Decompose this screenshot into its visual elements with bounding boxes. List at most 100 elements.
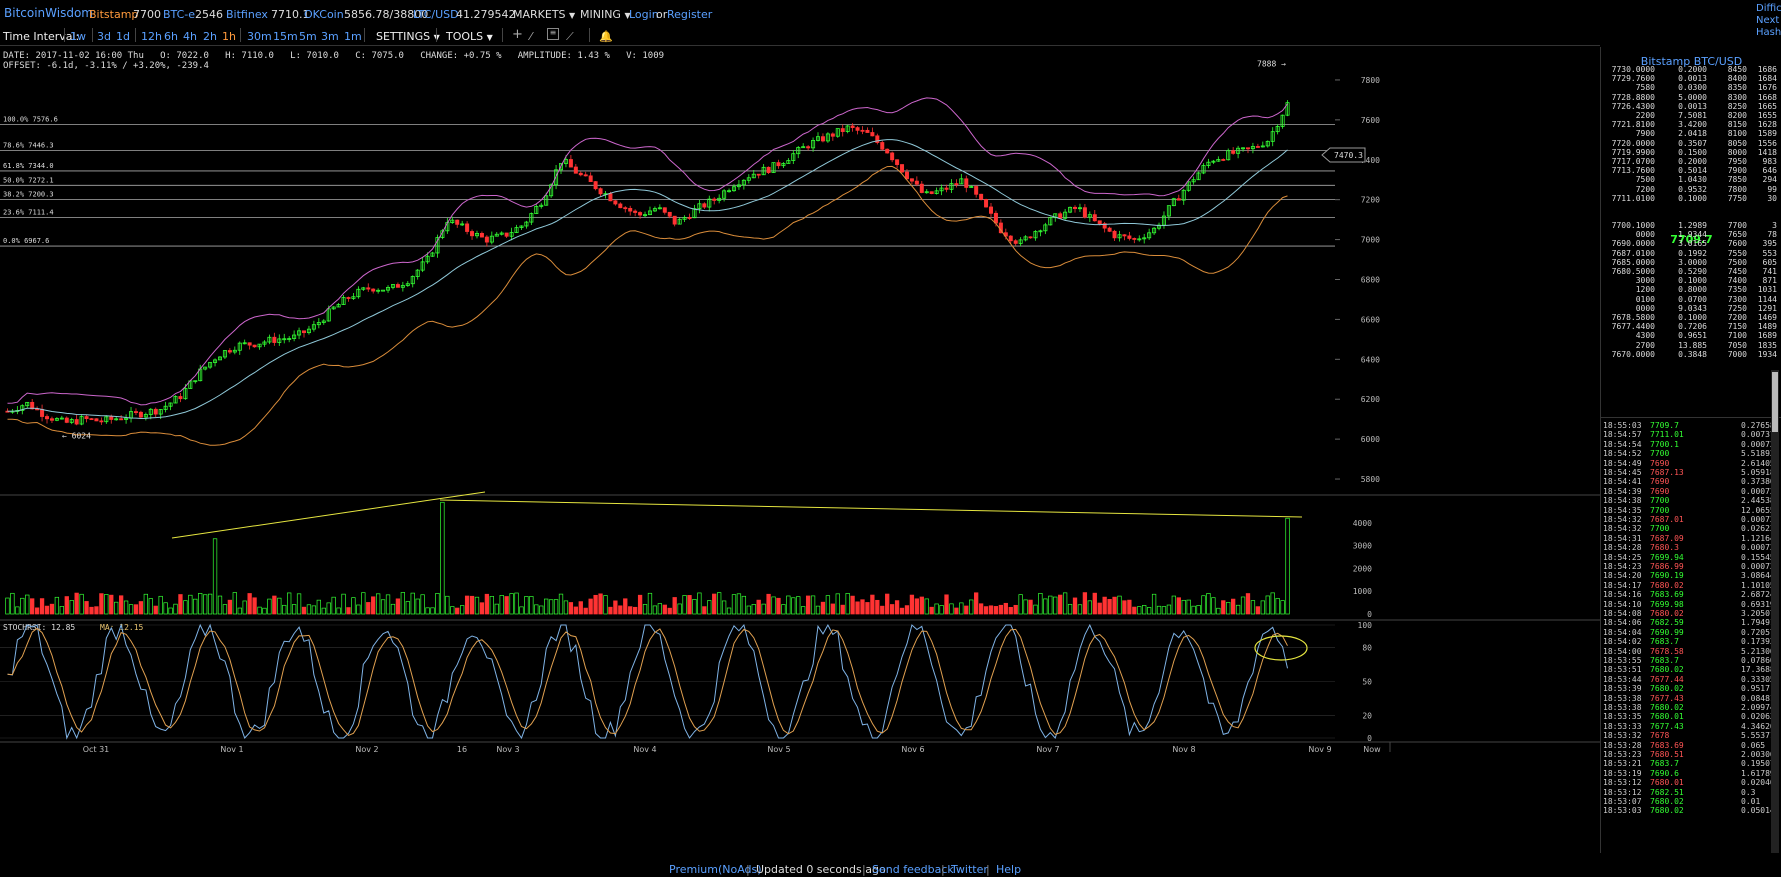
volume-bar: [1097, 602, 1102, 615]
volume-bar: [425, 607, 430, 615]
trade-price: 7680.51: [1650, 750, 1684, 759]
bid-row[interactable]: 7687.0100 0.1992 7550 553: [1601, 249, 1781, 258]
volume-bar: [474, 596, 480, 615]
volume-bar: [99, 593, 104, 615]
trade-time: 18:54:41: [1603, 477, 1642, 487]
ask-row[interactable]: 7721.8100 3.4200 8150 1628: [1601, 120, 1781, 129]
trade-time: 18:54:38: [1603, 496, 1642, 506]
ask-row[interactable]: 7719.9900 0.1500 8000 1418: [1601, 148, 1781, 157]
ask-row[interactable]: 7713.7600 0.5014 7900 646: [1601, 166, 1781, 175]
volume-bar: [346, 607, 351, 615]
volume-bar: [746, 605, 751, 615]
volume-bar: [371, 596, 376, 615]
trade-time: 18:54:54: [1603, 439, 1642, 449]
volume-bar: [1176, 597, 1181, 615]
candle-body: [1097, 220, 1102, 225]
volume-bar: [539, 605, 544, 615]
volume-bar: [173, 603, 178, 615]
ask-cell: 5.0000: [1678, 92, 1707, 102]
bid-row[interactable]: 3000 0.1000 7400 871: [1601, 276, 1781, 285]
ask-cell: 30: [1767, 193, 1777, 203]
candle-body: [1255, 146, 1260, 148]
bid-row[interactable]: 7678.5800 0.1000 7200 1469: [1601, 313, 1781, 322]
ask-cell: 294: [1762, 175, 1777, 185]
price-chart[interactable]: 5800600062006400660068007000720074007600…: [0, 0, 1600, 862]
volume-bar: [1043, 598, 1048, 615]
ask-row[interactable]: 7711.0100 0.1000 7750 30: [1601, 194, 1781, 203]
ask-row[interactable]: 7717.0700 0.2000 7950 983: [1601, 157, 1781, 166]
trade-row: 18:53:12 7682.51 0.3: [1601, 788, 1771, 797]
volume-bar: [598, 593, 603, 615]
volume-bar: [702, 606, 707, 615]
ask-row[interactable]: 7500 1.0430 7850 294: [1601, 175, 1781, 184]
trade-price: 7683.69: [1650, 590, 1684, 600]
bid-row[interactable]: 7690.0000 3.0165 7600 395: [1601, 239, 1781, 248]
price-axis-label: 6200: [1361, 395, 1380, 404]
trade-row: 18:54:20 7690.19 3.08644: [1601, 571, 1775, 580]
volume-bar: [20, 597, 25, 615]
footer-separator: |: [862, 863, 866, 876]
ask-row[interactable]: 7200 0.9532 7800 99: [1601, 185, 1781, 194]
trade-price: 7677.43: [1650, 721, 1684, 731]
ask-row[interactable]: 7728.8800 5.0000 8300 1668: [1601, 93, 1781, 102]
ask-row[interactable]: 7720.0000 0.3507 8050 1556: [1601, 139, 1781, 148]
trade-time: 18:53:03: [1603, 806, 1642, 816]
trade-time: 18:54:49: [1603, 458, 1642, 468]
ask-row[interactable]: 7580 0.0300 8350 1676: [1601, 83, 1781, 92]
bid-row[interactable]: 0000 9.0343 7250 1291: [1601, 304, 1781, 313]
help-link[interactable]: Help: [996, 863, 1021, 876]
twitter-link[interactable]: Twitter: [951, 863, 988, 876]
volume-bar: [544, 598, 549, 615]
bid-row[interactable]: 7685.0000 3.0000 7500 605: [1601, 258, 1781, 267]
bid-row[interactable]: 7677.4400 0.7206 7150 1489: [1601, 322, 1781, 331]
stochrsi-axis-label: 100: [1358, 621, 1373, 630]
trade-price: 7683.7: [1650, 637, 1679, 647]
candle-body: [909, 178, 914, 182]
bid-row[interactable]: 4300 0.9651 7100 1689: [1601, 331, 1781, 340]
bid-row[interactable]: 7700.1000 1.2989 7700 3: [1601, 221, 1781, 230]
volume-bar: [988, 605, 994, 615]
bid-cell: 0100: [1635, 294, 1655, 304]
bid-row[interactable]: 1200 0.8000 7350 1031: [1601, 285, 1781, 294]
volume-bar: [998, 604, 1004, 615]
ask-row[interactable]: 2200 7.5081 8200 1655: [1601, 111, 1781, 120]
update-status: Updated 0 seconds ago: [756, 863, 886, 876]
bollinger-lower-band: [7, 165, 1288, 446]
trade-amount: 1.10105: [1741, 580, 1775, 590]
bid-row[interactable]: 0000 1.9344 7650 78: [1601, 230, 1781, 239]
volume-bar: [133, 604, 139, 615]
bid-cell: 7550: [1727, 248, 1747, 258]
trade-amount: 0.07860: [1741, 656, 1775, 665]
volume-bar: [440, 501, 445, 615]
volume-bar: [1161, 606, 1167, 615]
trade-amount: 5.21300: [1741, 646, 1775, 656]
trade-row: 18:53:28 7683.69 0.065: [1601, 741, 1771, 750]
trade-price: 7678: [1650, 731, 1670, 741]
volume-bar: [242, 600, 247, 615]
trend-line: [171, 491, 486, 539]
volume-bar: [1058, 594, 1063, 615]
candle-body: [455, 219, 460, 225]
volume-bar: [726, 607, 732, 615]
volume-bar: [1181, 599, 1186, 615]
ask-row[interactable]: 7729.7600 0.0013 8400 1684: [1601, 74, 1781, 83]
volume-bar: [415, 598, 420, 615]
trades-scrollbar[interactable]: [1771, 370, 1779, 853]
candle-body: [371, 288, 376, 292]
trade-price: 7700: [1650, 496, 1670, 506]
bid-row[interactable]: 7670.0000 0.3848 7000 1934: [1601, 350, 1781, 359]
trade-row: 18:54:45 7687.13 5.05918: [1601, 468, 1775, 477]
trade-row: 18:54:23 7686.99 0.00072: [1601, 562, 1775, 571]
ask-row[interactable]: 7900 2.0418 8100 1589: [1601, 129, 1781, 138]
ask-cell: 3.4200: [1678, 120, 1707, 130]
scrollbar-thumb[interactable]: [1772, 372, 1778, 432]
trade-time: 18:53:51: [1603, 665, 1642, 675]
bid-row[interactable]: 0100 0.0700 7300 1144: [1601, 295, 1781, 304]
bid-row[interactable]: 7680.5000 0.5290 7450 741: [1601, 267, 1781, 276]
candle-body: [954, 183, 959, 186]
ask-row[interactable]: 7730.0000 0.2000 8450 1686: [1601, 65, 1781, 74]
bid-row[interactable]: 2700 13.885 7050 1835: [1601, 341, 1781, 350]
trade-time: 18:54:31: [1603, 533, 1642, 543]
ask-row[interactable]: 7726.4300 0.0013 8250 1665: [1601, 102, 1781, 111]
volume-bar: [1082, 592, 1088, 615]
